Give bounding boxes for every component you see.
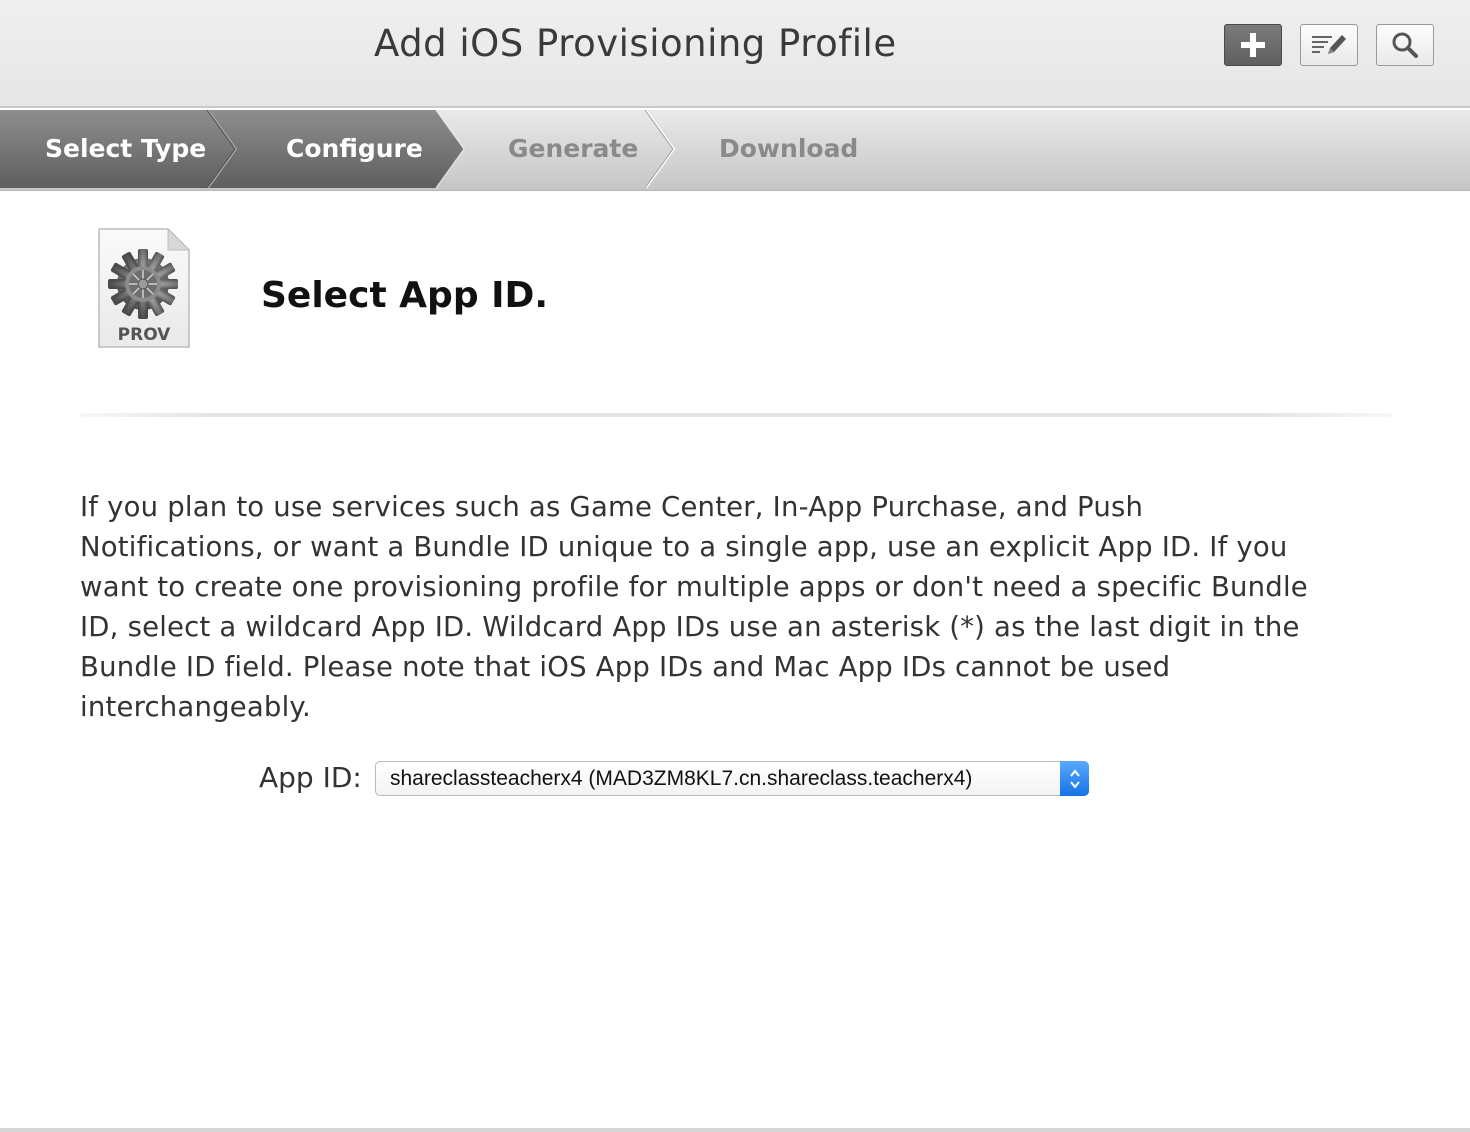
step-select-type: Select Type xyxy=(45,134,207,163)
bottom-border xyxy=(0,1128,1470,1132)
page-header: Add iOS Provisioning Profile xyxy=(0,0,1470,108)
app-id-label: App ID: xyxy=(259,761,362,794)
step-generate: Generate xyxy=(508,134,639,163)
provisioning-profile-gear-icon: PROV xyxy=(96,227,192,355)
progress-steps: Select Type Configure Generate Download xyxy=(0,110,1470,191)
add-button[interactable] xyxy=(1224,24,1282,66)
section-title: Select App ID. xyxy=(261,275,549,316)
edit-icon xyxy=(1312,35,1346,54)
plus-icon xyxy=(1241,33,1265,57)
search-button[interactable] xyxy=(1376,24,1434,66)
step-download: Download xyxy=(719,134,859,163)
divider xyxy=(80,413,1392,417)
prov-icon-label: PROV xyxy=(118,325,172,345)
app-id-selected-value: shareclassteacherx4 (MAD3ZM8KL7.cn.share… xyxy=(390,767,973,790)
app-id-select[interactable]: shareclassteacherx4 (MAD3ZM8KL7.cn.share… xyxy=(375,761,1089,796)
step-configure: Configure xyxy=(286,134,423,163)
edit-button[interactable] xyxy=(1300,24,1358,66)
select-arrows-icon xyxy=(1060,761,1089,796)
search-icon xyxy=(1392,32,1418,58)
page-title: Add iOS Provisioning Profile xyxy=(374,22,897,65)
description-text: If you plan to use services such as Game… xyxy=(80,491,1308,723)
